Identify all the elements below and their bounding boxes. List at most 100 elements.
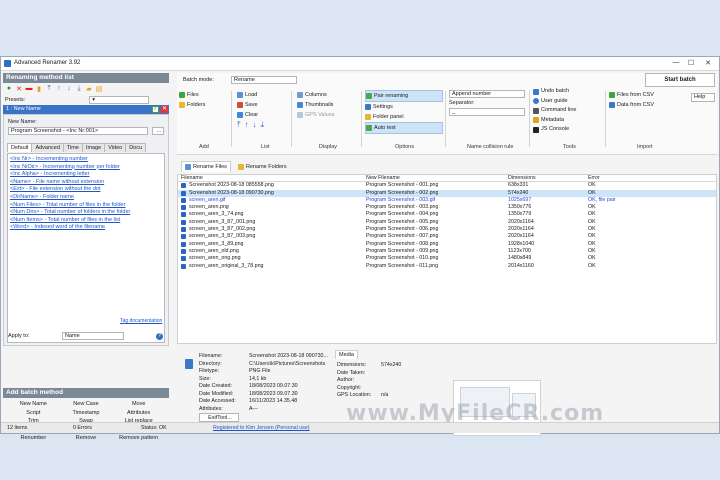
- move-bottom-icon[interactable]: ⤓: [261, 120, 265, 130]
- exiftool-button[interactable]: ExifTool...: [199, 413, 239, 422]
- registered-link[interactable]: Registered to Kim Jensen (Personal use): [213, 423, 310, 434]
- move-up-icon[interactable]: ↑: [245, 120, 249, 130]
- row-checkbox[interactable]: [181, 256, 186, 262]
- move-bottom-icon[interactable]: ⤓: [75, 85, 83, 93]
- files-from-csv-button[interactable]: Files from CSV: [609, 90, 654, 100]
- remove-method-icon[interactable]: ✕: [15, 85, 23, 93]
- column-header-filename[interactable]: Filename: [181, 175, 203, 182]
- tab-video[interactable]: Video: [104, 143, 127, 152]
- help-dropdown[interactable]: Help: [691, 93, 715, 102]
- add-files-button[interactable]: Files: [179, 90, 205, 100]
- move-top-icon[interactable]: ⤒: [45, 85, 53, 93]
- batch-mode-dropdown[interactable]: Rename: [231, 76, 297, 84]
- row-checkbox[interactable]: [181, 212, 186, 218]
- table-row[interactable]: screen_aren.gif Program Screenshot - 003.…: [178, 197, 716, 204]
- thumbnails-button[interactable]: Thumbnails: [297, 100, 335, 110]
- method-remove-icon[interactable]: ✕: [161, 106, 168, 113]
- table-row[interactable]: screen_aren_old.png Program Screenshot - …: [178, 248, 716, 255]
- tab-advanced[interactable]: Advanced: [31, 143, 64, 152]
- column-header-error[interactable]: Error: [588, 175, 600, 182]
- tag-link[interactable]: <Inc Alpha> - Incrementing letter: [10, 171, 162, 179]
- tag-link[interactable]: <Num Dirs> - Total number of folders in …: [10, 209, 162, 217]
- table-row[interactable]: screen_aren_ong.png Program Screenshot - …: [178, 255, 716, 262]
- clear-methods-icon[interactable]: ▬: [25, 85, 33, 92]
- table-row[interactable]: screen_aren_3_89.png Program Screenshot -…: [178, 241, 716, 248]
- settings-button[interactable]: Settings: [365, 102, 443, 112]
- tag-link[interactable]: <Word> - Indexed word of the filename: [10, 224, 162, 232]
- table-row[interactable]: screen_aren_3_87_002.png Program Screensh…: [178, 226, 716, 233]
- row-checkbox[interactable]: [181, 190, 186, 196]
- move-down-icon[interactable]: ↓: [65, 85, 73, 92]
- table-row[interactable]: Screenshot 2023-08-18 085558.png Program …: [178, 182, 716, 189]
- table-row[interactable]: screen_aren.png Program Screenshot - 003.…: [178, 204, 716, 211]
- folder-panel-button[interactable]: Folder panel: [365, 112, 443, 122]
- table-row[interactable]: Screenshot 2023-08-18 090730.png Program …: [178, 189, 716, 197]
- column-header-dimensions[interactable]: Dimensions: [508, 175, 536, 182]
- batch-method-renumber[interactable]: Renumber: [7, 434, 60, 443]
- batch-method-new-case[interactable]: New Case: [60, 400, 113, 409]
- row-checkbox[interactable]: [181, 205, 186, 211]
- tab-rename-folders[interactable]: Rename Folders: [235, 161, 290, 172]
- row-checkbox[interactable]: [181, 219, 186, 225]
- tag-link[interactable]: <Num Files> - Total number of files in t…: [10, 202, 162, 210]
- presets-dropdown[interactable]: ▾: [89, 95, 150, 104]
- batch-method-timestamp[interactable]: Timestamp: [60, 409, 113, 418]
- save-button[interactable]: Save: [237, 100, 264, 110]
- tag-link[interactable]: <Num Items> - Total number of files in t…: [10, 217, 162, 225]
- batch-method-move[interactable]: Move: [112, 400, 165, 409]
- gps-values-button[interactable]: GPS Values: [297, 110, 335, 120]
- add-method-icon[interactable]: ●: [5, 85, 13, 92]
- row-checkbox[interactable]: [181, 241, 186, 247]
- columns-button[interactable]: Columns: [297, 90, 335, 100]
- undo-batch-button[interactable]: Undo batch: [533, 87, 576, 97]
- tab-rename-files[interactable]: Rename Files: [181, 161, 231, 172]
- batch-method-remove-pattern[interactable]: Remove pattern: [112, 434, 165, 443]
- method-header[interactable]: 1 : New Name ✓ ✕: [3, 105, 169, 114]
- tag-link[interactable]: <DirName> - Folder name: [10, 194, 162, 202]
- tag-documentation-link[interactable]: Tag documentation: [120, 318, 162, 326]
- batch-method-script[interactable]: Script: [7, 409, 60, 418]
- row-checkbox[interactable]: [181, 197, 186, 203]
- tag-link[interactable]: <Name> - File name without extension: [10, 179, 162, 187]
- table-row[interactable]: screen_aren_3_87_003.png Program Screensh…: [178, 233, 716, 240]
- tab-default[interactable]: Default: [7, 143, 33, 152]
- move-down-icon[interactable]: ↓: [253, 120, 257, 130]
- row-checkbox[interactable]: [181, 234, 186, 240]
- method-enabled-checkbox[interactable]: ✓: [152, 106, 159, 113]
- table-row[interactable]: screen_aren_3_87_001.png Program Screensh…: [178, 219, 716, 226]
- start-batch-button[interactable]: Start batch: [645, 73, 715, 87]
- separator-input[interactable]: _: [449, 108, 525, 116]
- table-row[interactable]: screen_aren_original_3_78.png Program Scr…: [178, 263, 716, 270]
- collision-mode-dropdown[interactable]: Append number: [449, 90, 525, 98]
- close-icon[interactable]: ✕: [703, 59, 713, 67]
- add-folders-button[interactable]: Folders: [179, 100, 205, 110]
- load-button[interactable]: Load: [237, 90, 264, 100]
- tag-link[interactable]: <Inc NrDir> - Incrementing number per fo…: [10, 164, 162, 172]
- metadata-button[interactable]: Metadata: [533, 116, 576, 126]
- new-name-input[interactable]: Program Screenshot - <Inc Nr:001>: [8, 127, 148, 135]
- table-row[interactable]: screen_aren_3_74.png Program Screenshot -…: [178, 211, 716, 218]
- batch-method-attributes[interactable]: Attributes: [112, 409, 165, 418]
- batch-method-new-name[interactable]: New Name: [7, 400, 60, 409]
- maximize-icon[interactable]: ☐: [686, 59, 696, 67]
- tab-image[interactable]: Image: [81, 143, 106, 152]
- clear-button[interactable]: Clear: [237, 110, 264, 120]
- browse-button[interactable]: ...: [152, 127, 164, 135]
- tag-link[interactable]: <Ext> - File extension without the dot: [10, 186, 162, 194]
- folder-icon[interactable]: ▰: [85, 85, 93, 93]
- move-up-icon[interactable]: ↑: [55, 85, 63, 92]
- tag-link[interactable]: <Inc Nr> - Incrementing number: [10, 156, 162, 164]
- js-console-button[interactable]: JS Console: [533, 125, 576, 135]
- row-checkbox[interactable]: [181, 248, 186, 254]
- user-guide-button[interactable]: User guide: [533, 97, 576, 107]
- help-icon[interactable]: ?: [156, 333, 163, 340]
- pair-renaming-toggle[interactable]: Pair renaming: [365, 90, 443, 102]
- pin-icon[interactable]: ▮: [35, 85, 43, 93]
- minimize-icon[interactable]: —: [671, 59, 681, 66]
- row-checkbox[interactable]: [181, 227, 186, 233]
- column-header-new-filename[interactable]: New Filename: [366, 175, 400, 182]
- auto-test-toggle[interactable]: Auto test: [365, 122, 443, 134]
- tab-time[interactable]: Time: [62, 143, 83, 152]
- batch-method-remove[interactable]: Remove: [60, 434, 113, 443]
- move-top-icon[interactable]: ⤒: [237, 120, 241, 130]
